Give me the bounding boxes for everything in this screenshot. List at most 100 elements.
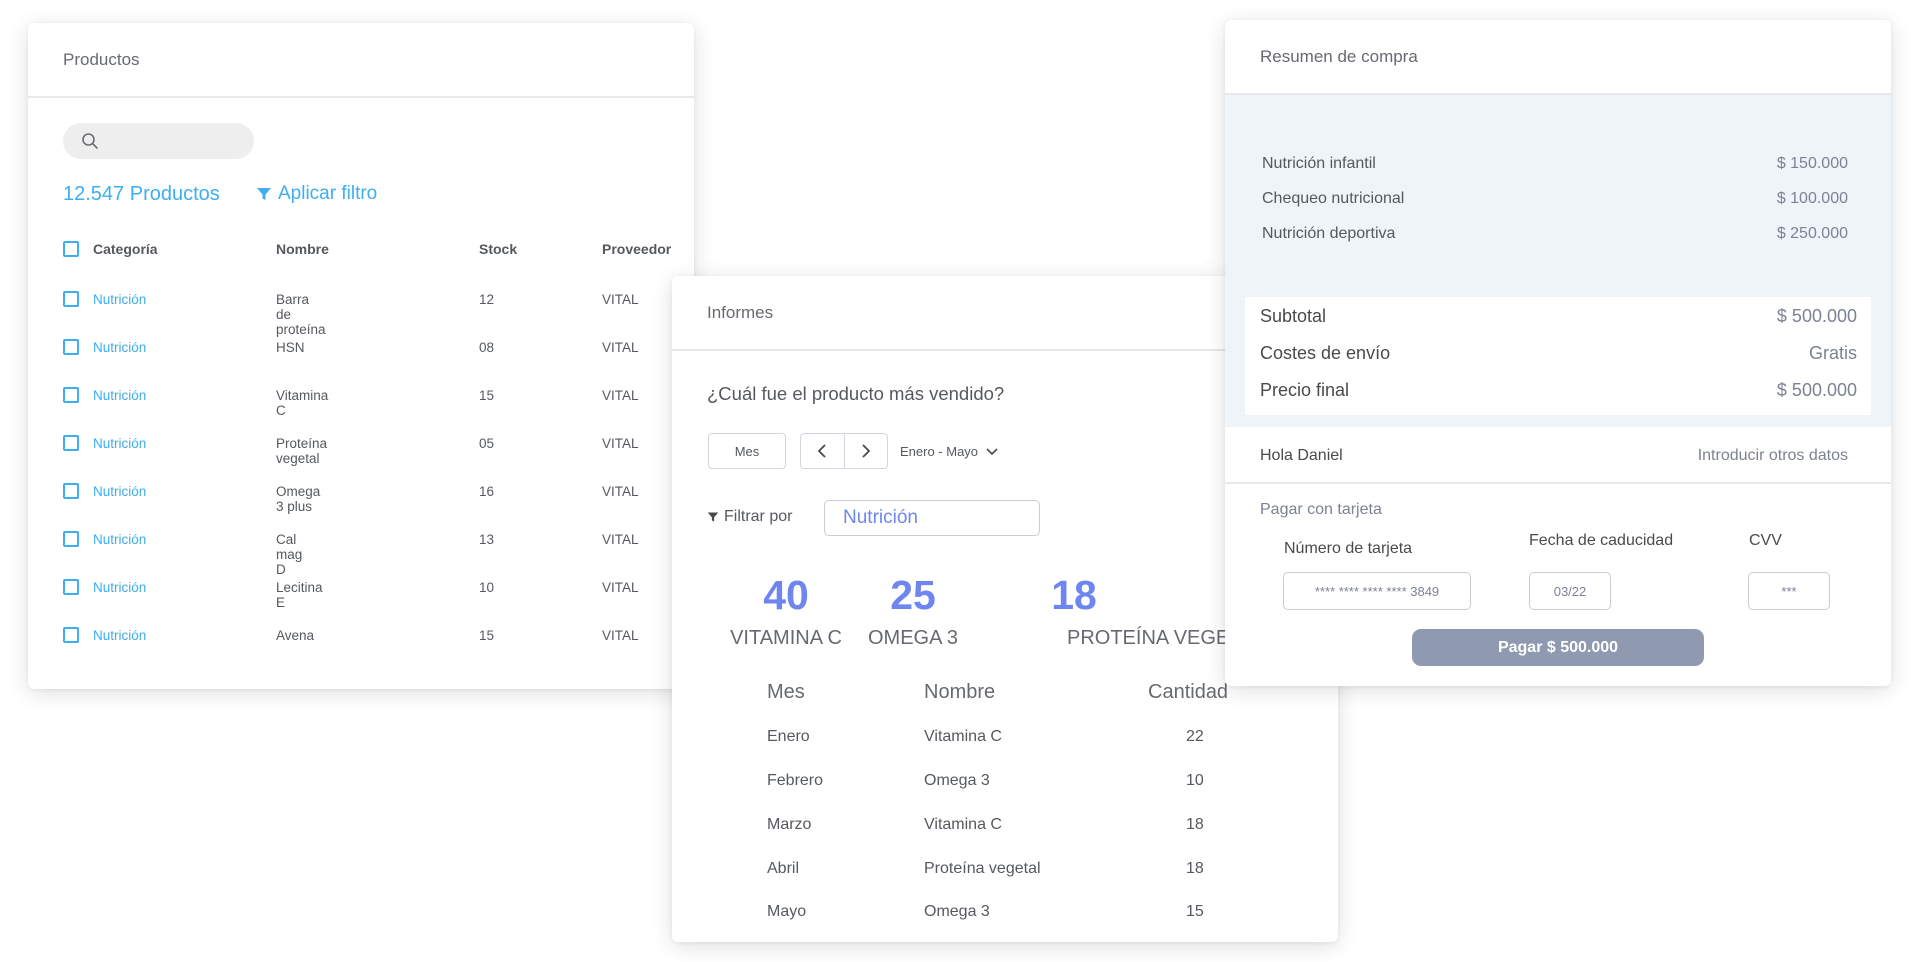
apply-filter-link[interactable]: Aplicar filtro — [256, 183, 377, 205]
row-checkbox[interactable] — [63, 579, 79, 595]
product-count: 12.547 Productos — [63, 183, 220, 205]
card-number-field[interactable]: **** **** **** **** 3849 — [1283, 572, 1471, 610]
subtotal-label: Subtotal — [1260, 306, 1327, 326]
quantity-cell: 18 — [1186, 860, 1204, 877]
column-header: Proveedor — [602, 241, 672, 257]
name-cell: Vitamina C — [924, 728, 1002, 745]
search-input[interactable] — [63, 123, 254, 159]
item-price: $ 250.000 — [1776, 225, 1848, 242]
quantity-cell: 15 — [1186, 903, 1204, 920]
final-price-label: Precio final — [1260, 380, 1350, 400]
supplier-cell: VITAL — [602, 580, 639, 595]
filter-icon — [257, 188, 271, 200]
row-checkbox[interactable] — [63, 435, 79, 451]
period-button[interactable]: Mes — [708, 433, 786, 469]
select-all-checkbox[interactable] — [63, 241, 79, 257]
supplier-cell: VITAL — [602, 484, 639, 499]
order-items: Nutrición infantil $ 150.000 Chequeo nut… — [1225, 95, 1891, 427]
category-cell[interactable]: Nutrición — [93, 436, 146, 451]
totals-box: Subtotal $ 500.000 Costes de envío Grati… — [1245, 297, 1871, 415]
category-cell[interactable]: Nutrición — [93, 580, 146, 595]
column-header: Stock — [479, 241, 518, 257]
month-cell: Mayo — [767, 903, 807, 920]
cvv-label: CVV — [1749, 532, 1782, 549]
supplier-cell: VITAL — [602, 532, 639, 547]
category-cell[interactable]: Nutrición — [93, 628, 146, 643]
stat-label: OMEGA 3 — [867, 627, 959, 649]
stock-cell: 15 — [479, 628, 495, 643]
stock-cell: 08 — [479, 340, 495, 355]
chevron-down-icon — [986, 447, 998, 455]
category-cell[interactable]: Nutrición — [93, 484, 146, 499]
quantity-cell: 18 — [1186, 816, 1204, 833]
card-number-label: Número de tarjeta — [1284, 540, 1413, 557]
row-checkbox[interactable] — [63, 483, 79, 499]
range-dropdown[interactable]: Enero - Mayo — [900, 444, 998, 459]
row-checkbox[interactable] — [63, 531, 79, 547]
other-data-link[interactable]: Introducir otros datos — [1698, 447, 1848, 465]
name-cell: Proteína vegetal — [924, 860, 1041, 877]
shipping-label: Costes de envío — [1260, 343, 1391, 363]
stock-cell: 15 — [479, 388, 495, 403]
category-cell[interactable]: Nutrición — [93, 340, 146, 355]
stock-cell: 13 — [479, 532, 495, 547]
supplier-cell: VITAL — [602, 340, 639, 355]
row-checkbox[interactable] — [63, 387, 79, 403]
prev-period-button[interactable] — [801, 434, 844, 468]
supplier-cell: VITAL — [602, 628, 639, 643]
final-price-value: $ 500.000 — [1776, 380, 1857, 400]
name-cell: Cal mag D — [276, 532, 303, 577]
category-cell[interactable]: Nutrición — [93, 532, 146, 547]
name-cell: HSN — [276, 340, 305, 355]
supplier-cell: VITAL — [602, 436, 639, 451]
filter-by-label: Filtrar por — [724, 508, 793, 525]
column-header: Mes — [767, 681, 805, 703]
name-cell: Omega 3 — [924, 903, 990, 920]
search-icon — [82, 133, 98, 149]
chevron-right-icon — [862, 444, 871, 458]
item-label: Nutrición deportiva — [1262, 225, 1396, 242]
column-header: Categoría — [93, 241, 158, 257]
month-cell: Febrero — [767, 772, 824, 789]
pay-with-card-label: Pagar con tarjeta — [1260, 501, 1382, 518]
item-price: $ 100.000 — [1776, 190, 1848, 207]
name-cell: Vitamina C — [276, 388, 329, 418]
item-price: $ 150.000 — [1776, 155, 1848, 172]
filter-category-field[interactable]: Nutrición — [824, 500, 1040, 536]
stock-cell: 16 — [479, 484, 495, 499]
item-label: Nutrición infantil — [1262, 155, 1376, 172]
divider — [1225, 482, 1891, 484]
resumen-title: Resumen de compra — [1225, 20, 1891, 95]
expiry-label: Fecha de caducidad — [1529, 532, 1674, 549]
report-question: ¿Cuál fue el producto más vendido? — [707, 383, 1005, 404]
row-checkbox[interactable] — [63, 339, 79, 355]
stat-value: 40 — [763, 572, 809, 618]
item-label: Chequeo nutricional — [1262, 190, 1405, 207]
column-header: Nombre — [276, 241, 329, 257]
stat-value: 18 — [1051, 572, 1097, 618]
supplier-cell: VITAL — [602, 388, 639, 403]
greeting: Hola Daniel — [1260, 447, 1343, 464]
pay-button[interactable]: Pagar $ 500.000 — [1412, 629, 1704, 666]
row-checkbox[interactable] — [63, 291, 79, 307]
supplier-cell: VITAL — [602, 292, 639, 307]
apply-filter-label: Aplicar filtro — [278, 183, 378, 204]
category-cell[interactable]: Nutrición — [93, 388, 146, 403]
name-cell: Barra de proteína — [276, 292, 326, 337]
productos-title: Productos — [28, 23, 694, 98]
next-period-button[interactable] — [843, 434, 888, 468]
month-cell: Marzo — [767, 816, 812, 833]
row-checkbox[interactable] — [63, 627, 79, 643]
stock-cell: 05 — [479, 436, 495, 451]
month-cell: Abril — [767, 860, 800, 877]
column-header: Cantidad — [1148, 681, 1229, 703]
resumen-card: Resumen de compra Nutrición infantil $ 1… — [1225, 20, 1891, 686]
expiry-field[interactable]: 03/22 — [1529, 572, 1611, 610]
category-cell[interactable]: Nutrición — [93, 292, 146, 307]
cvv-field[interactable]: *** — [1748, 572, 1830, 610]
month-cell: Enero — [767, 728, 810, 745]
column-header: Nombre — [924, 681, 996, 703]
filter-icon — [707, 512, 719, 522]
name-cell: Omega 3 — [924, 772, 990, 789]
name-cell: Omega 3 plus — [276, 484, 321, 514]
